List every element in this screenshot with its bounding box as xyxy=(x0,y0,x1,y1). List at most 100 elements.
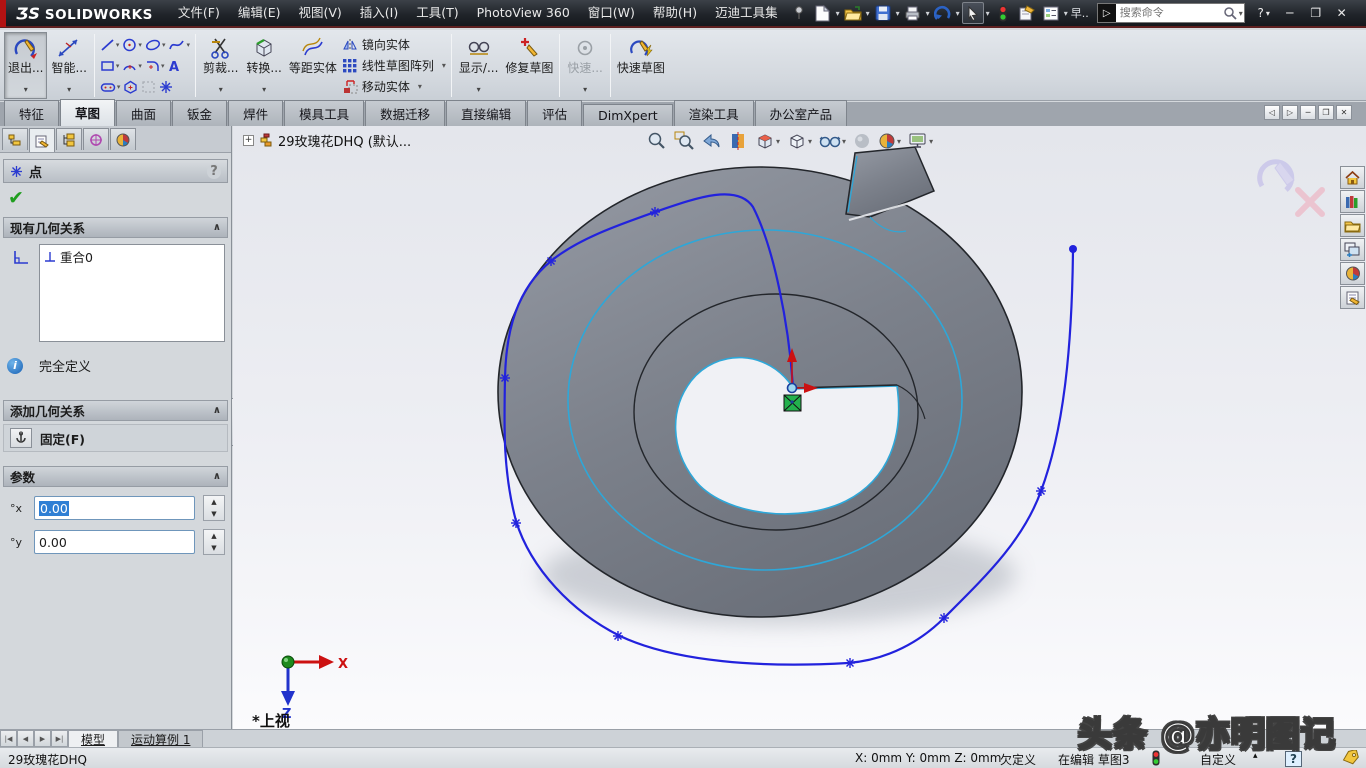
view-settings-button[interactable]: ▾ xyxy=(906,130,935,152)
exit-sketch-button[interactable]: 退出... ▾ xyxy=(4,32,47,99)
print-caret[interactable]: ▾ xyxy=(926,9,930,18)
move-entities-caret[interactable]: ▾ xyxy=(418,82,422,91)
mirror-entities-button[interactable]: 镜向实体 xyxy=(342,34,446,55)
tab-sheet-metal[interactable]: 钣金 xyxy=(172,100,227,126)
undo-button[interactable] xyxy=(932,2,954,24)
search-icon[interactable] xyxy=(1223,6,1238,21)
menu-help[interactable]: 帮助(H) xyxy=(644,0,706,26)
undo-caret[interactable]: ▾ xyxy=(956,9,960,18)
help-button[interactable]: ?▾ xyxy=(1251,3,1277,23)
doc-restore-button[interactable]: ❐ xyxy=(1318,105,1334,120)
y-spinner[interactable]: ▲▼ xyxy=(203,529,225,555)
save-button[interactable] xyxy=(872,2,894,24)
open-file-button[interactable] xyxy=(842,2,864,24)
pm-ok-button[interactable]: ✔ xyxy=(8,187,32,209)
pin-menu-icon[interactable] xyxy=(788,2,810,24)
tab-sketch[interactable]: 草图 xyxy=(60,99,115,126)
resources-button[interactable] xyxy=(1340,166,1365,189)
apply-scene-button[interactable]: ▾ xyxy=(876,130,903,152)
options-button[interactable] xyxy=(1040,2,1062,24)
open-file-caret[interactable]: ▾ xyxy=(866,9,870,18)
search-caret[interactable]: ▾ xyxy=(1239,9,1243,18)
menu-edit[interactable]: 编辑(E) xyxy=(229,0,290,26)
previous-view-button[interactable] xyxy=(699,130,723,152)
relations-listbox[interactable]: 重合0 xyxy=(39,244,225,342)
section-view-button[interactable] xyxy=(726,130,750,152)
spline-point-marker[interactable] xyxy=(511,518,521,528)
spline-point-marker[interactable] xyxy=(939,613,949,623)
move-entities-button[interactable]: 移动实体 ▾ xyxy=(342,76,446,97)
spline-point-marker[interactable] xyxy=(650,207,660,217)
point-tool[interactable] xyxy=(158,76,174,97)
doc-close-button[interactable]: ✕ xyxy=(1336,105,1352,120)
file-explorer-button[interactable] xyxy=(1340,214,1365,237)
tab-render-tools[interactable]: 渲染工具 xyxy=(674,100,754,126)
spline-point-marker[interactable] xyxy=(1036,486,1046,496)
feature-tree-flyout[interactable]: + 29玫瑰花DHQ (默认... xyxy=(243,131,411,150)
view-orientation-button[interactable]: ▾ xyxy=(753,130,782,152)
save-caret[interactable]: ▾ xyxy=(896,9,900,18)
relation-item-coincident[interactable]: 重合0 xyxy=(44,247,220,266)
status-tag-icon[interactable] xyxy=(1342,750,1360,768)
corner-rectangle-tool[interactable]: ▾ xyxy=(99,55,121,76)
tab-data-migration[interactable]: 数据迁移 xyxy=(365,100,445,126)
custom-properties-button[interactable] xyxy=(1340,286,1365,309)
next-tab-button[interactable]: ▶ xyxy=(34,730,51,747)
existing-relations-header[interactable]: 现有几何关系 ∧ xyxy=(3,217,228,238)
line-tool[interactable]: ▾ xyxy=(99,34,121,55)
selected-point[interactable] xyxy=(788,384,797,393)
new-file-caret[interactable]: ▾ xyxy=(836,9,840,18)
x-coordinate-field[interactable]: 0.00 xyxy=(34,496,195,520)
rapid-sketch-button[interactable]: 快速草图 xyxy=(614,32,668,99)
polygon-tool[interactable] xyxy=(122,76,139,97)
spline-point-marker[interactable] xyxy=(613,631,623,641)
ellipse-tool[interactable]: ▾ xyxy=(144,34,167,55)
pm-help-icon[interactable]: ? xyxy=(207,164,221,179)
first-tab-button[interactable]: |◀ xyxy=(0,730,17,747)
convert-entities-button[interactable]: 转换... ▾ xyxy=(242,32,285,99)
fixed-relation-button[interactable]: 固定(F) xyxy=(3,424,228,452)
x-spinner[interactable]: ▲▼ xyxy=(203,495,225,521)
display-relations-button[interactable]: 显示/... ▾ xyxy=(455,32,503,99)
prev-tab-button[interactable]: ◀ xyxy=(17,730,34,747)
menu-file[interactable]: 文件(F) xyxy=(169,0,229,26)
display-relations-caret[interactable]: ▾ xyxy=(477,83,481,98)
spline-point-marker[interactable] xyxy=(845,658,855,668)
linear-pattern-button[interactable]: 线性草图阵列 ▾ xyxy=(342,55,446,76)
options-caret[interactable]: ▾ xyxy=(1064,9,1068,18)
menu-maidi-tools[interactable]: 迈迪工具集 xyxy=(706,0,787,26)
tree-expand-icon[interactable]: + xyxy=(243,135,254,146)
collapse-chevron-icon[interactable]: ∧ xyxy=(213,471,221,482)
print-button[interactable] xyxy=(902,2,924,24)
smart-dimension-button[interactable]: 智能... ▾ xyxy=(47,32,90,99)
search-input[interactable] xyxy=(1116,7,1223,19)
select-caret[interactable]: ▾ xyxy=(986,9,990,18)
centerpoint-arc-tool[interactable]: ▾ xyxy=(121,55,143,76)
menu-insert[interactable]: 插入(I) xyxy=(351,0,407,26)
menu-photoview[interactable]: PhotoView 360 xyxy=(468,0,579,26)
offset-entities-button[interactable]: 等距实体 xyxy=(286,32,340,99)
zoom-fit-button[interactable] xyxy=(645,130,669,152)
select-tool-button[interactable] xyxy=(962,2,984,24)
menu-window[interactable]: 窗口(W) xyxy=(579,0,644,26)
rebuild-traffic-light-icon[interactable] xyxy=(992,2,1014,24)
repair-sketch-button[interactable]: 修复草图 xyxy=(502,32,556,99)
view-palette-button[interactable] xyxy=(1340,238,1365,261)
parameters-header[interactable]: 参数 ∧ xyxy=(3,466,228,487)
file-properties-button[interactable] xyxy=(1016,2,1038,24)
last-tab-button[interactable]: ▶| xyxy=(51,730,68,747)
doc-prev-button[interactable]: ◁ xyxy=(1264,105,1280,120)
smart-dimension-caret[interactable]: ▾ xyxy=(67,83,71,98)
tab-office-products[interactable]: 办公室产品 xyxy=(755,100,848,126)
doc-next-button[interactable]: ▷ xyxy=(1282,105,1298,120)
document-tree-label[interactable]: 29玫瑰花DHQ (默认... xyxy=(278,131,411,150)
tab-direct-editing[interactable]: 直接编辑 xyxy=(446,100,526,126)
zoom-area-button[interactable] xyxy=(672,130,696,152)
trim-entities-button[interactable]: 剪裁... ▾ xyxy=(199,32,242,99)
add-relations-header[interactable]: 添加几何关系 ∧ xyxy=(3,400,228,421)
collapse-chevron-icon[interactable]: ∧ xyxy=(213,405,221,416)
menu-view[interactable]: 视图(V) xyxy=(289,0,350,26)
convert-caret[interactable]: ▾ xyxy=(262,83,266,98)
dimxpert-manager-tab[interactable] xyxy=(83,128,109,150)
model-tab[interactable]: 模型 xyxy=(68,730,118,747)
